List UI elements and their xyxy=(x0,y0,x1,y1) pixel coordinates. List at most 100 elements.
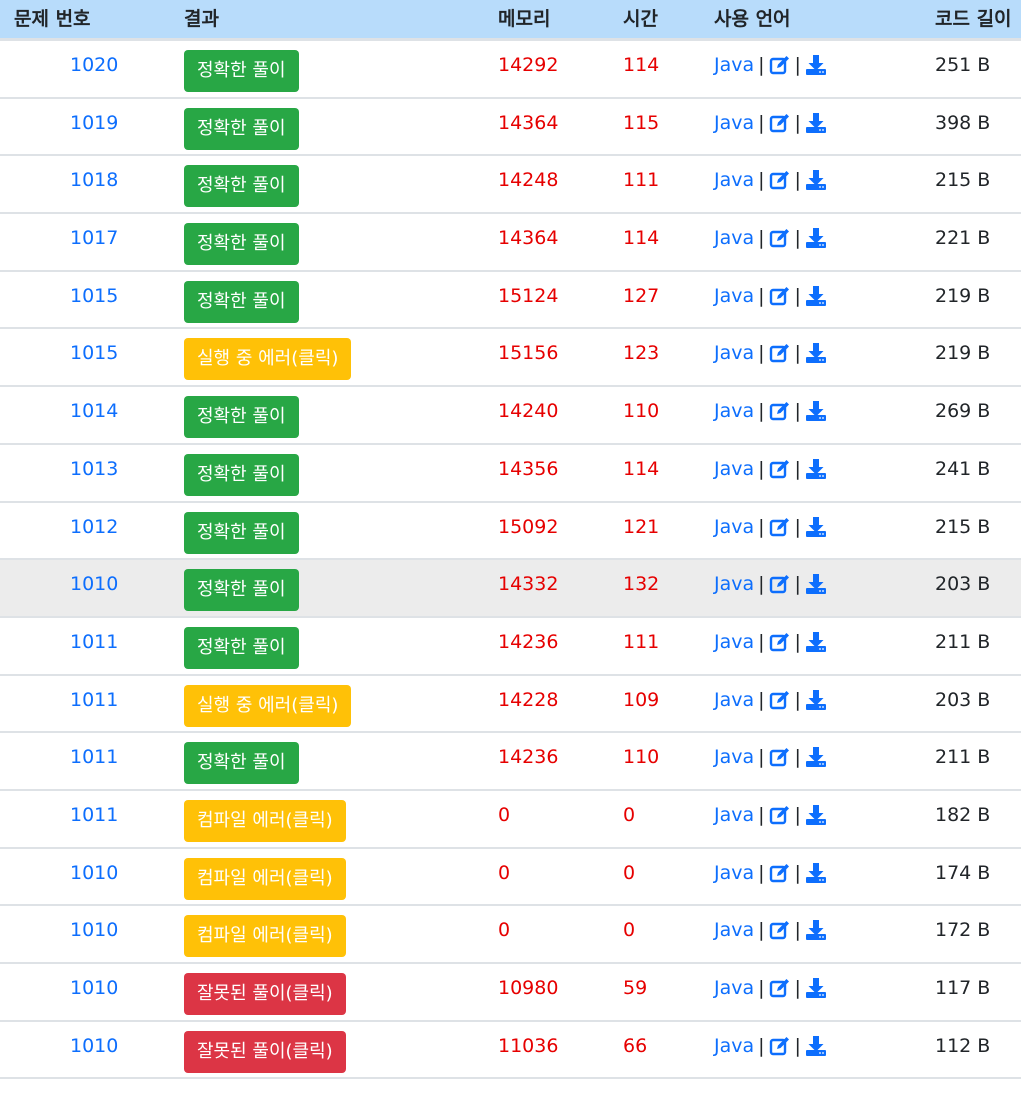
separator: | xyxy=(758,111,765,134)
memory-value: 15156 xyxy=(498,342,559,365)
edit-icon[interactable] xyxy=(769,804,791,826)
problem-link[interactable]: 1010 xyxy=(70,919,118,941)
edit-icon[interactable] xyxy=(769,400,791,422)
language-link[interactable]: Java xyxy=(714,631,754,653)
problem-link[interactable]: 1011 xyxy=(70,746,118,768)
result-badge[interactable]: 정확한 풀이 xyxy=(184,626,299,669)
result-badge[interactable]: 정확한 풀이 xyxy=(184,50,299,92)
edit-icon[interactable] xyxy=(769,458,791,480)
download-icon[interactable] xyxy=(805,227,827,249)
download-icon[interactable] xyxy=(805,400,827,422)
download-icon[interactable] xyxy=(805,919,827,941)
edit-icon[interactable] xyxy=(769,54,791,76)
problem-link[interactable]: 1010 xyxy=(70,977,118,999)
result-badge[interactable]: 잘못된 풀이(클릭) xyxy=(184,973,346,1015)
result-badge[interactable]: 정확한 풀이 xyxy=(184,280,299,323)
language-cell: Java | | xyxy=(714,54,827,76)
edit-icon[interactable] xyxy=(769,342,791,364)
download-icon[interactable] xyxy=(805,746,827,768)
problem-link[interactable]: 1015 xyxy=(70,285,118,307)
download-icon[interactable] xyxy=(805,169,827,191)
result-badge[interactable]: 정확한 풀이 xyxy=(184,569,299,612)
problem-link[interactable]: 1012 xyxy=(70,516,118,538)
download-icon[interactable] xyxy=(805,631,827,653)
language-link[interactable]: Java xyxy=(714,977,754,999)
edit-icon[interactable] xyxy=(769,112,791,134)
edit-icon[interactable] xyxy=(769,516,791,538)
result-badge[interactable]: 정확한 풀이 xyxy=(184,223,299,266)
code-length-value: 219 B xyxy=(935,342,991,365)
result-badge[interactable]: 정확한 풀이 xyxy=(184,453,299,496)
download-icon[interactable] xyxy=(805,285,827,307)
result-badge[interactable]: 정확한 풀이 xyxy=(184,107,299,150)
table-row: 1014 정확한 풀이 14240 110 Java | | 269 B xyxy=(0,387,1021,445)
download-icon[interactable] xyxy=(805,689,827,711)
download-icon[interactable] xyxy=(805,54,827,76)
download-icon[interactable] xyxy=(805,862,827,884)
result-badge[interactable]: 실행 중 에러(클릭) xyxy=(184,684,352,727)
language-link[interactable]: Java xyxy=(714,1035,754,1057)
result-badge[interactable]: 컴파일 에러(클릭) xyxy=(184,857,346,900)
code-length-value: 203 B xyxy=(935,573,991,596)
problem-link[interactable]: 1013 xyxy=(70,458,118,480)
edit-icon[interactable] xyxy=(769,1035,791,1057)
problem-link[interactable]: 1010 xyxy=(70,573,118,595)
edit-icon[interactable] xyxy=(769,285,791,307)
language-link[interactable]: Java xyxy=(714,862,754,884)
problem-link[interactable]: 1018 xyxy=(70,169,118,191)
result-badge[interactable]: 정확한 풀이 xyxy=(184,396,299,439)
edit-icon[interactable] xyxy=(769,169,791,191)
edit-icon[interactable] xyxy=(769,977,791,999)
problem-link[interactable]: 1010 xyxy=(70,862,118,884)
problem-link[interactable]: 1011 xyxy=(70,689,118,711)
download-icon[interactable] xyxy=(805,516,827,538)
result-badge[interactable]: 실행 중 에러(클릭) xyxy=(184,338,352,381)
download-icon[interactable] xyxy=(805,458,827,480)
separator: | xyxy=(758,861,765,884)
problem-link[interactable]: 1011 xyxy=(70,804,118,826)
problem-link[interactable]: 1010 xyxy=(70,1035,118,1057)
language-link[interactable]: Java xyxy=(714,169,754,191)
edit-icon[interactable] xyxy=(769,919,791,941)
language-link[interactable]: Java xyxy=(714,54,754,76)
problem-link[interactable]: 1011 xyxy=(70,631,118,653)
problem-link[interactable]: 1015 xyxy=(70,342,118,364)
download-icon[interactable] xyxy=(805,112,827,134)
download-icon[interactable] xyxy=(805,1035,827,1057)
result-badge[interactable]: 잘못된 풀이(클릭) xyxy=(184,1030,346,1073)
language-link[interactable]: Java xyxy=(714,573,754,595)
code-length-value: 251 B xyxy=(935,54,991,76)
language-link[interactable]: Java xyxy=(714,746,754,768)
edit-icon[interactable] xyxy=(769,746,791,768)
download-icon[interactable] xyxy=(805,342,827,364)
language-link[interactable]: Java xyxy=(714,919,754,941)
problem-link[interactable]: 1019 xyxy=(70,112,118,134)
download-icon[interactable] xyxy=(805,977,827,999)
edit-icon[interactable] xyxy=(769,631,791,653)
problem-link[interactable]: 1020 xyxy=(70,54,118,76)
result-badge[interactable]: 정확한 풀이 xyxy=(184,165,299,208)
language-link[interactable]: Java xyxy=(714,458,754,480)
language-link[interactable]: Java xyxy=(714,285,754,307)
language-link[interactable]: Java xyxy=(714,227,754,249)
edit-icon[interactable] xyxy=(769,689,791,711)
problem-link[interactable]: 1017 xyxy=(70,227,118,249)
language-link[interactable]: Java xyxy=(714,400,754,422)
download-icon[interactable] xyxy=(805,573,827,595)
problem-link[interactable]: 1014 xyxy=(70,400,118,422)
result-badge[interactable]: 정확한 풀이 xyxy=(184,511,299,554)
edit-icon[interactable] xyxy=(769,573,791,595)
language-link[interactable]: Java xyxy=(714,804,754,826)
table-row: 1015 실행 중 에러(클릭) 15156 123 Java | | 219 B xyxy=(0,329,1021,388)
language-link[interactable]: Java xyxy=(714,342,754,364)
download-icon[interactable] xyxy=(805,804,827,826)
result-badge[interactable]: 컴파일 에러(클릭) xyxy=(184,915,346,958)
memory-value: 0 xyxy=(498,803,511,826)
result-badge[interactable]: 컴파일 에러(클릭) xyxy=(184,799,346,842)
result-badge[interactable]: 정확한 풀이 xyxy=(184,742,299,785)
edit-icon[interactable] xyxy=(769,862,791,884)
language-link[interactable]: Java xyxy=(714,689,754,711)
edit-icon[interactable] xyxy=(769,227,791,249)
language-link[interactable]: Java xyxy=(714,516,754,538)
language-link[interactable]: Java xyxy=(714,112,754,134)
